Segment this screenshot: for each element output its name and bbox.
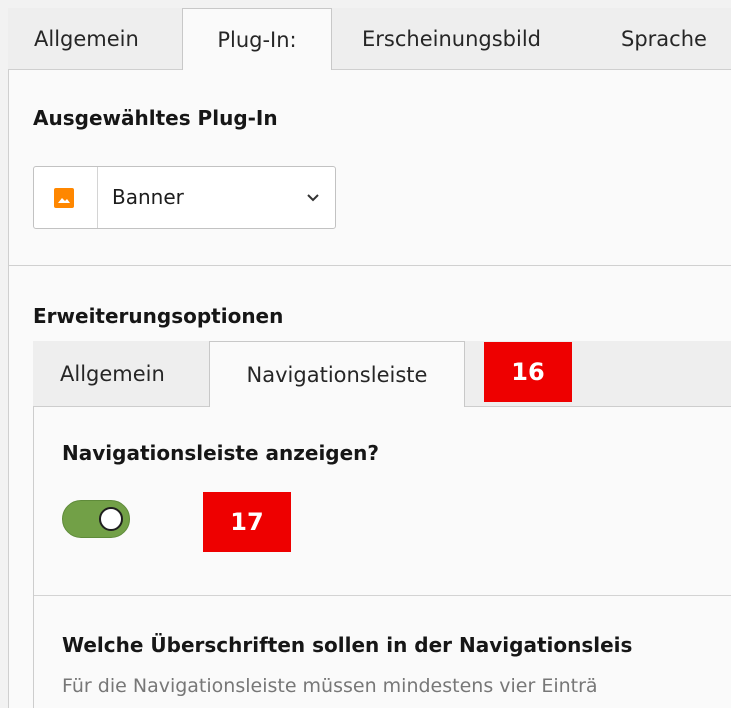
tab-sprache[interactable]: Sprache bbox=[621, 8, 707, 70]
navigationsleiste-panel: Navigationsleiste anzeigen? Welche Übers… bbox=[33, 407, 731, 708]
tab-plug-in[interactable]: Plug-In: bbox=[182, 8, 332, 71]
tab-extension-allgemein[interactable]: Allgemein bbox=[60, 341, 165, 407]
tab-allgemein[interactable]: Allgemein bbox=[34, 8, 139, 70]
plugin-icon-cell bbox=[34, 167, 98, 228]
extension-tab-bar: Allgemein Navigationsleiste bbox=[33, 341, 731, 408]
plugin-select[interactable]: Banner bbox=[33, 166, 336, 229]
extension-options-heading: Erweiterungsoptionen bbox=[33, 304, 284, 328]
annotation-badge-16: 16 bbox=[484, 342, 572, 402]
chevron-down-icon bbox=[307, 194, 319, 202]
plugin-panel: Ausgewähltes Plug-In Banner Erweiterungs… bbox=[8, 70, 731, 708]
inner-divider bbox=[34, 595, 731, 596]
annotation-badge-17: 17 bbox=[203, 492, 291, 552]
image-icon bbox=[54, 188, 74, 208]
section-divider bbox=[9, 265, 731, 266]
headings-question: Welche Überschriften sollen in der Navig… bbox=[62, 633, 633, 657]
toggle-label: Navigationsleiste anzeigen? bbox=[62, 441, 380, 465]
plugin-select-value: Banner bbox=[112, 185, 184, 209]
tab-erscheinungsbild[interactable]: Erscheinungsbild bbox=[362, 8, 541, 70]
tab-navigationsleiste[interactable]: Navigationsleiste bbox=[209, 341, 465, 408]
navigationsleiste-toggle[interactable] bbox=[62, 500, 130, 538]
headings-hint: Für die Navigationsleiste müssen mindest… bbox=[62, 675, 598, 697]
top-tab-bar: Allgemein Plug-In: Erscheinungsbild Spra… bbox=[8, 8, 731, 71]
selected-plugin-heading: Ausgewähltes Plug-In bbox=[33, 106, 278, 130]
toggle-knob bbox=[99, 507, 123, 531]
